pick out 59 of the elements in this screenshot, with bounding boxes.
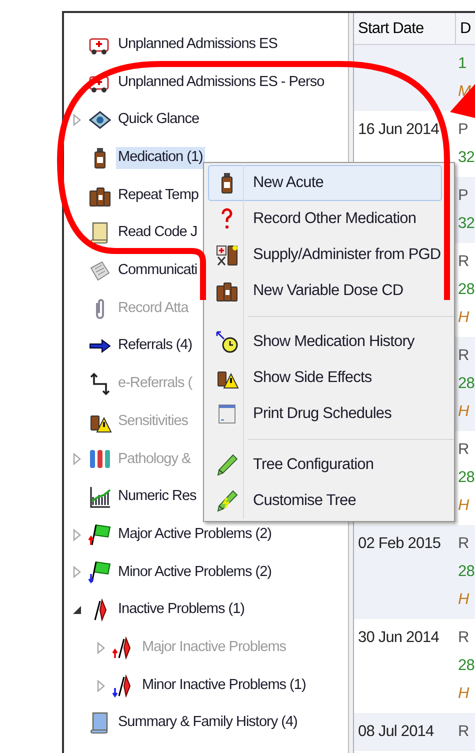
menu-item[interactable]: Print Drug Schedules: [208, 396, 442, 432]
table-cell-text: R: [458, 440, 470, 460]
table-cell-text: R: [458, 252, 470, 272]
flag-icon: [88, 522, 112, 547]
table-cell-text: P: [458, 186, 469, 206]
table-cell-text: H: [458, 308, 470, 328]
menu-item[interactable]: Show Medication History: [208, 324, 442, 360]
tree-item[interactable]: Unplanned Admissions ES: [116, 34, 280, 56]
menu-item[interactable]: New Variable Dose CD: [208, 273, 442, 309]
tree-item[interactable]: Medication (1): [116, 147, 205, 169]
table-cell-text: 28: [458, 656, 474, 676]
tree-item[interactable]: Minor Inactive Problems (1): [140, 674, 308, 696]
tree-item[interactable]: Read Code J: [116, 222, 200, 244]
tree-item[interactable]: Major Active Problems (2): [116, 524, 274, 546]
menu-item[interactable]: Supply/Administer from PGD: [208, 237, 442, 273]
table-cell-text: R: [458, 534, 470, 554]
table-cell: 30 Jun 2014: [358, 629, 439, 646]
table-cell-text: 28: [458, 562, 474, 582]
menu-item[interactable]: Show Side Effects: [208, 360, 442, 396]
table-cell-text: H: [458, 402, 470, 422]
supply-icon: [215, 243, 239, 267]
tree-item[interactable]: Inactive Problems (1): [116, 599, 246, 622]
table-cell-text: 28: [458, 468, 474, 488]
menu-item[interactable]: Tree Configuration: [208, 447, 442, 483]
table-cell-text: H: [458, 590, 470, 610]
table-cell-text: H: [458, 684, 470, 704]
menu-item[interactable]: Record Other Medication: [208, 201, 442, 237]
letter-icon: [88, 258, 112, 283]
tree-item[interactable]: Numeric Res: [116, 486, 198, 508]
table-cell-text: H: [458, 496, 470, 516]
table-cell-text: 1: [458, 54, 468, 74]
flag-icon: [88, 560, 112, 584]
tree-item[interactable]: Summary & Family History (4): [116, 712, 300, 734]
table-cell: 16 Jun 2014: [358, 121, 439, 138]
tree-item[interactable]: Unplanned Admissions ES - Perso: [116, 72, 326, 94]
table-cell-text: R: [458, 722, 469, 742]
table-cell-text: R: [458, 346, 470, 366]
table-cell: 08 Jul 2014: [358, 723, 434, 740]
table-cell-text: 28: [458, 280, 474, 300]
tree-item[interactable]: Minor Active Problems (2): [116, 562, 274, 584]
updown-arrows-icon: [88, 372, 112, 396]
column-header[interactable]: Start Date: [354, 13, 456, 44]
tree-item[interactable]: Referrals (4): [116, 335, 194, 358]
menu-item[interactable]: Customise Tree: [208, 483, 442, 519]
tree-item[interactable]: Repeat Temp: [116, 184, 200, 206]
column-header[interactable]: D: [456, 13, 475, 44]
table-cell: 02 Feb 2015: [358, 535, 441, 552]
tree-item[interactable]: Quick Glance: [116, 109, 202, 132]
chart-icon: [88, 485, 112, 510]
table-cell-text: 28: [458, 374, 474, 394]
table-cell-text: R: [458, 628, 470, 648]
pencil-icon: [215, 453, 239, 477]
pencil-icon: [215, 489, 239, 513]
tree-item[interactable]: Communicati: [116, 260, 200, 282]
table-cell-text: 32: [458, 148, 474, 168]
menu-item[interactable]: New Acute: [208, 165, 442, 201]
table-cell-text: P: [458, 120, 469, 140]
table-cell-text: 32: [458, 214, 474, 234]
clock-arrow-icon: [215, 330, 239, 354]
